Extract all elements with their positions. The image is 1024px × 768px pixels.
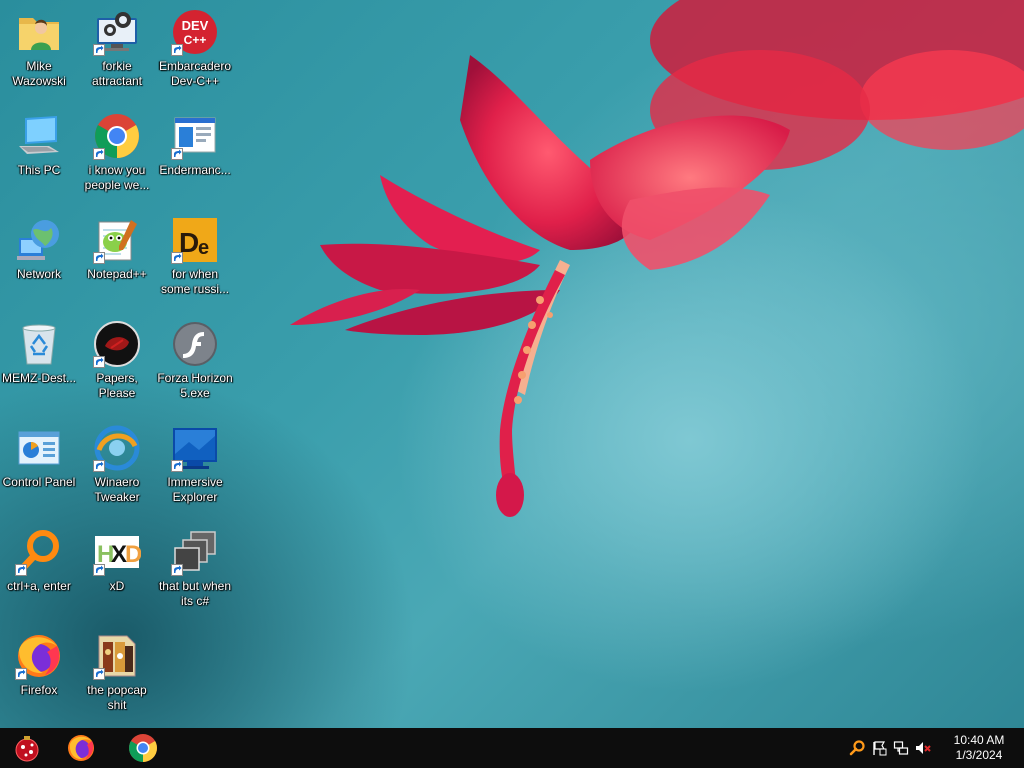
desktop-icon-devcpp[interactable]: DEV C++ Embarcadero Dev-C++ (156, 0, 234, 100)
desktop-icon-label: xD (109, 579, 125, 593)
network-icon (893, 741, 909, 755)
desktop-icon-label: i know you people we... (84, 163, 150, 192)
recycle-bin-icon (15, 320, 63, 368)
svg-text:e: e (198, 237, 209, 259)
desktop-icon-network-globe[interactable]: Network (0, 208, 78, 308)
popcap-folder-icon (93, 632, 141, 680)
firefox-icon (68, 735, 94, 761)
shortcut-arrow-icon (93, 668, 105, 680)
desktop-icon-control-panel[interactable]: Control Panel (0, 416, 78, 516)
shortcut-arrow-icon (15, 564, 27, 576)
svg-text:D: D (125, 541, 141, 568)
shortcut-arrow-icon (171, 460, 183, 472)
tray-search-button[interactable] (846, 728, 868, 768)
clock-time: 10:40 AM (953, 733, 1005, 747)
hxd-icon: HXD (93, 528, 141, 576)
chrome-icon (93, 112, 141, 160)
chrome-icon (129, 734, 157, 762)
shortcut-arrow-icon (171, 148, 183, 160)
desktop-icon-chrome[interactable]: i know you people we... (78, 104, 156, 204)
desktop-icon-papers-please[interactable]: Papers, Please (78, 312, 156, 412)
action-center-flag-icon (873, 741, 887, 756)
shortcut-arrow-icon (171, 564, 183, 576)
desktop-icon-hxd[interactable]: H X D xD (78, 520, 156, 620)
firefox-icon (15, 632, 63, 680)
desktop-icon-firefox[interactable]: Firefox (0, 624, 78, 724)
taskbar: 10:40 AM 1/3/2024 (0, 728, 1024, 768)
desktop-icon-label: the popcap shit (87, 683, 147, 712)
desktop-icon-label: MEMZ-Dest... (2, 371, 76, 385)
magnifier-icon (15, 528, 63, 576)
desktop-icon-label: Endermanc... (159, 163, 231, 177)
desktop-icon-computer[interactable]: This PC (0, 104, 78, 204)
desktop-icon-label: Forza Horizon 5.exe (157, 371, 233, 400)
start-button[interactable] (0, 728, 54, 768)
desktop-icon-label: that but when its c# (158, 579, 232, 608)
shortcut-arrow-icon (93, 460, 105, 472)
desktop-icon-label: ctrl+a, enter (7, 579, 71, 593)
desktop-icon-label: Control Panel (2, 475, 76, 489)
svg-text:C++: C++ (184, 33, 207, 47)
papers-please-icon (93, 320, 141, 368)
desktop-icon-magnifier[interactable]: ctrl+a, enter (0, 520, 78, 620)
desktop-icon-recycle-bin[interactable]: MEMZ-Dest... (0, 312, 78, 412)
desktop-icon-label: for when some russi... (160, 267, 229, 296)
stacked-windows-icon (171, 528, 219, 576)
desktop-icon-label: Winaero Tweaker (94, 475, 140, 504)
folder-user-icon (15, 8, 63, 56)
shortcut-arrow-icon (93, 564, 105, 576)
shortcut-arrow-icon (171, 44, 183, 56)
desktop-icon-flash[interactable]: Forza Horizon 5.exe (156, 312, 234, 412)
svg-text:DEV: DEV (182, 18, 209, 33)
search-magnifier-icon (849, 740, 865, 756)
desktop-icon-label: forkie attractant (91, 59, 143, 88)
shortcut-arrow-icon (93, 148, 105, 160)
desktop-icon-label: Firefox (20, 683, 58, 697)
taskbar-clock[interactable]: 10:40 AM 1/3/2024 (944, 728, 1014, 768)
desktop-icon-label: This PC (17, 163, 61, 177)
desktop-icon-label: Notepad++ (87, 267, 147, 281)
tray-volume-button[interactable] (912, 728, 934, 768)
monitor-gears-icon (93, 8, 141, 56)
tray-network-button[interactable] (890, 728, 912, 768)
shortcut-arrow-icon (171, 252, 183, 264)
desktop-icon-de-app[interactable]: De for when some russi... (156, 208, 234, 308)
de-app-icon: De (171, 216, 219, 264)
computer-icon (15, 112, 63, 160)
shortcut-arrow-icon (93, 252, 105, 264)
flash-icon (171, 320, 219, 368)
shortcut-arrow-icon (93, 356, 105, 368)
desktop-icon-stacked-windows[interactable]: that but when its c# (156, 520, 234, 620)
desktop-icon-monitor-gears[interactable]: forkie attractant (78, 0, 156, 100)
desktop-icon-label: Embarcadero Dev-C++ (158, 59, 232, 88)
taskbar-chrome-button[interactable] (116, 728, 170, 768)
control-panel-icon (15, 424, 63, 472)
network-globe-icon (15, 216, 63, 264)
immersive-explorer-icon (171, 424, 219, 472)
shortcut-arrow-icon (93, 44, 105, 56)
devcpp-icon: DEV C++ (171, 8, 219, 56)
desktop[interactable]: Mike Wazowski forkie attractant DEV C++ Emba… (0, 0, 1024, 728)
desktop-icon-label: Papers, Please (96, 371, 138, 400)
desktop-icon-immersive-explorer[interactable]: Immersive Explorer (156, 416, 234, 516)
tray-action-center-button[interactable] (868, 728, 890, 768)
system-tray (846, 728, 934, 768)
start-ornament-icon (15, 736, 39, 762)
notepadpp-icon (93, 216, 141, 264)
desktop-icon-label: Immersive Explorer (167, 475, 223, 504)
desktop-icon-label: Mike Wazowski (12, 59, 66, 88)
desktop-icon-label: Network (16, 267, 61, 281)
winaero-icon (93, 424, 141, 472)
volume-muted-icon (916, 742, 931, 754)
clock-date: 1/3/2024 (955, 748, 1003, 762)
desktop-icon-popcap-folder[interactable]: the popcap shit (78, 624, 156, 724)
shortcut-arrow-icon (15, 668, 27, 680)
desktop-icon-notepadpp[interactable]: Notepad++ (78, 208, 156, 308)
desktop-icon-window-app[interactable]: Endermanc... (156, 104, 234, 204)
desktop-icon-winaero[interactable]: Winaero Tweaker (78, 416, 156, 516)
desktop-icon-folder-user[interactable]: Mike Wazowski (0, 0, 78, 100)
window-app-icon (171, 112, 219, 160)
taskbar-firefox-button[interactable] (54, 728, 108, 768)
